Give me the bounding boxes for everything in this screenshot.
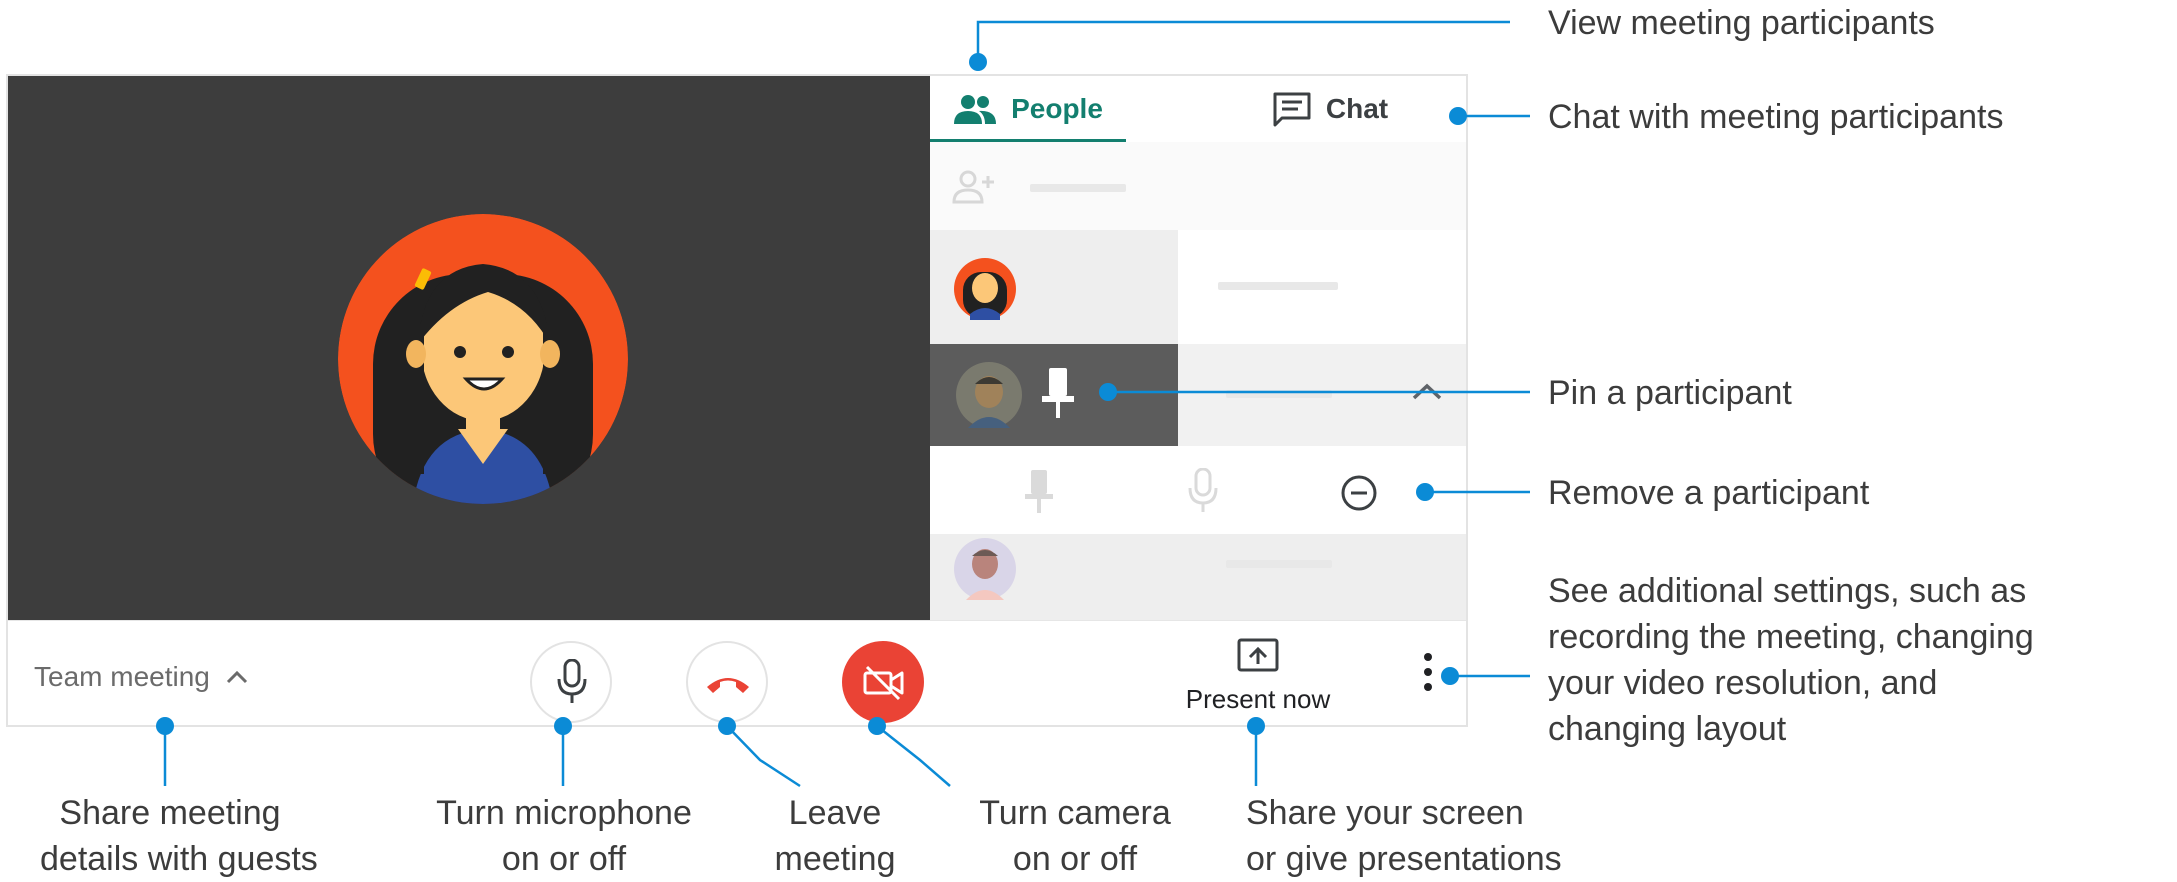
callout-chat: Chat with meeting participants (1548, 98, 2004, 136)
callout-remove: Remove a participant (1548, 474, 1870, 512)
callout-settings: See additional settings, such as recordi… (1548, 568, 2034, 752)
callout-dot (718, 717, 736, 735)
callout-line: on or off (1012, 840, 1138, 878)
callout-line: or give presentations (1246, 840, 1562, 878)
callout-share-details: Share meeting details with guests (40, 790, 318, 882)
callout-line: details with guests (40, 840, 318, 878)
callout-line: Leave (788, 794, 882, 832)
callout-dot (1416, 483, 1434, 501)
callout-camera: Turn camera on or off (950, 790, 1200, 882)
callout-dot (1441, 667, 1459, 685)
callout-settings-line: recording the meeting, changing (1548, 618, 2034, 656)
callout-microphone: Turn microphone on or off (428, 790, 700, 882)
callout-line: Share your screen (1246, 794, 1524, 832)
callout-leave: Leave meeting (760, 790, 910, 882)
callout-line: on or off (501, 840, 627, 878)
callout-settings-line: your video resolution, and (1548, 664, 1938, 702)
callout-settings-line: changing layout (1548, 710, 1787, 748)
callout-dot (1099, 383, 1117, 401)
callout-line: Share meeting (59, 794, 281, 832)
callout-dot (156, 717, 174, 735)
callout-dot (554, 717, 572, 735)
callout-dot (1247, 717, 1265, 735)
callout-pin: Pin a participant (1548, 374, 1792, 412)
callout-dot (1449, 107, 1467, 125)
callout-settings-line: See additional settings, such as (1548, 572, 2027, 610)
callout-dot (868, 717, 886, 735)
callout-dot (969, 53, 987, 71)
callout-view-participants: View meeting participants (1548, 4, 1935, 42)
callout-share-screen: Share your screen or give presentations (1246, 790, 1562, 882)
callout-line: meeting (774, 840, 896, 878)
callout-line: Turn camera (979, 794, 1171, 832)
callout-line: Turn microphone (436, 794, 692, 832)
